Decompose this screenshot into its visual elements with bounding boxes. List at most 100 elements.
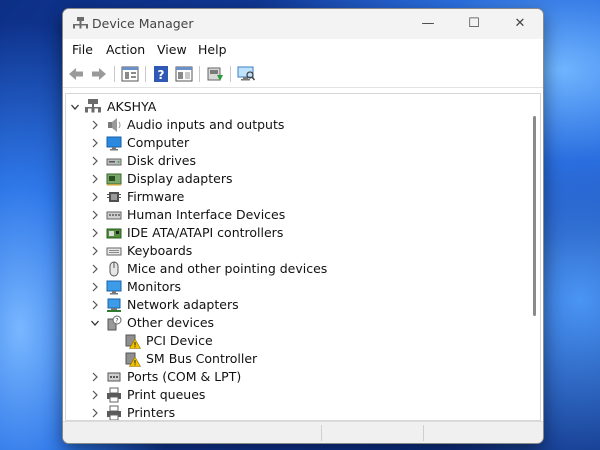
computer-icon — [106, 135, 122, 151]
tree-node-label: Human Interface Devices — [127, 207, 286, 222]
chevron-right-icon[interactable] — [89, 368, 101, 386]
tree-category-node[interactable]: Firmware — [66, 188, 526, 206]
tree-node-label: AKSHYA — [107, 99, 157, 114]
title-bar[interactable]: Device Manager — ☐ ✕ — [63, 9, 543, 39]
toolbar-separator — [230, 66, 231, 82]
tree-category-node[interactable]: Audio inputs and outputs — [66, 116, 526, 134]
tree-node-label: Other devices — [127, 315, 215, 330]
tree-category-node[interactable]: Network adapters — [66, 296, 526, 314]
hid-icon — [106, 207, 122, 223]
ide-controller-icon — [106, 225, 122, 241]
tree-node-label: IDE ATA/ATAPI controllers — [127, 225, 284, 240]
network-adapter-icon — [106, 297, 122, 313]
warning-device-icon — [125, 351, 142, 367]
toolbar-separator — [114, 66, 115, 82]
minimize-button[interactable]: — — [405, 9, 451, 39]
chevron-right-icon[interactable] — [89, 188, 101, 206]
tree-category-node[interactable]: Printers — [66, 404, 526, 420]
help-icon[interactable]: ? — [151, 64, 171, 84]
tree-node-label: Display adapters — [127, 171, 233, 186]
menu-bar: File Action View Help — [63, 39, 543, 61]
vertical-scrollbar[interactable] — [533, 116, 536, 316]
printer-icon — [106, 405, 122, 420]
chevron-right-icon[interactable] — [89, 134, 101, 152]
printer-icon — [106, 387, 122, 403]
chevron-right-icon[interactable] — [89, 152, 101, 170]
toolbar-separator — [199, 66, 200, 82]
device-manager-window: Device Manager — ☐ ✕ File Action View He… — [62, 8, 544, 444]
menu-action[interactable]: Action — [106, 42, 145, 57]
tree-device-node[interactable]: PCI Device — [66, 332, 526, 350]
minimize-icon: — — [421, 16, 435, 31]
svg-text:?: ? — [115, 318, 118, 325]
tree-category-node[interactable]: Print queues — [66, 386, 526, 404]
chevron-right-icon[interactable] — [89, 278, 101, 296]
computer-root-icon — [85, 99, 101, 115]
port-icon — [106, 369, 122, 385]
mouse-icon — [106, 261, 122, 277]
chevron-down-icon[interactable] — [89, 314, 101, 332]
close-icon: ✕ — [514, 16, 526, 31]
tree-category-node[interactable]: Human Interface Devices — [66, 206, 526, 224]
chevron-down-icon[interactable] — [69, 98, 81, 116]
tree-category-node[interactable]: ? Other devices — [66, 314, 526, 332]
tree-node-label: Monitors — [127, 279, 182, 294]
tree-node-label: Ports (COM & LPT) — [127, 369, 242, 384]
menu-file[interactable]: File — [72, 42, 93, 57]
display-adapter-icon — [106, 171, 122, 187]
menu-view[interactable]: View — [157, 42, 187, 57]
tree-node-label: Firmware — [127, 189, 185, 204]
tree-category-node[interactable]: Mice and other pointing devices — [66, 260, 526, 278]
chevron-right-icon[interactable] — [89, 116, 101, 134]
chevron-right-icon[interactable] — [89, 224, 101, 242]
tree-node-label: Disk drives — [127, 153, 196, 168]
tree-node-label: PCI Device — [146, 333, 213, 348]
maximize-button[interactable]: ☐ — [451, 9, 497, 39]
tree-node-label: Printers — [127, 405, 176, 420]
chevron-right-icon[interactable] — [89, 260, 101, 278]
chevron-right-icon[interactable] — [89, 386, 101, 404]
tree-node-label: Keyboards — [127, 243, 193, 258]
disk-drive-icon — [106, 153, 122, 169]
chevron-right-icon[interactable] — [89, 242, 101, 260]
menu-help[interactable]: Help — [198, 42, 227, 57]
tree-category-node[interactable]: Monitors — [66, 278, 526, 296]
toolbar-separator — [145, 66, 146, 82]
update-driver-icon[interactable] — [205, 64, 225, 84]
chevron-right-icon[interactable] — [89, 404, 101, 420]
svg-text:?: ? — [158, 68, 165, 82]
chevron-right-icon[interactable] — [89, 206, 101, 224]
properties-icon[interactable] — [120, 64, 140, 84]
close-button[interactable]: ✕ — [497, 9, 543, 39]
tree-node-label: Mice and other pointing devices — [127, 261, 328, 276]
tree-node-label: Network adapters — [127, 297, 239, 312]
details-icon[interactable] — [174, 64, 194, 84]
tree-category-node[interactable]: Computer — [66, 134, 526, 152]
tree-node-label: Print queues — [127, 387, 206, 402]
firmware-icon — [106, 189, 122, 205]
tree-category-node[interactable]: IDE ATA/ATAPI controllers — [66, 224, 526, 242]
device-manager-app-icon — [73, 17, 88, 29]
status-bar — [63, 421, 543, 443]
tree-device-node[interactable]: SM Bus Controller — [66, 350, 526, 368]
speaker-icon — [106, 117, 122, 133]
keyboard-icon — [106, 243, 122, 259]
tree-category-node[interactable]: Disk drives — [66, 152, 526, 170]
back-icon[interactable] — [66, 64, 86, 84]
tree-category-node[interactable]: Ports (COM & LPT) — [66, 368, 526, 386]
forward-icon[interactable] — [89, 64, 109, 84]
tree-node-label: Audio inputs and outputs — [127, 117, 285, 132]
tree-root-node[interactable]: AKSHYA — [66, 98, 526, 116]
chevron-right-icon[interactable] — [89, 170, 101, 188]
scan-hardware-icon[interactable] — [236, 64, 256, 84]
tree-category-node[interactable]: Display adapters — [66, 170, 526, 188]
unknown-device-icon: ? — [106, 315, 122, 331]
tree-node-label: Computer — [127, 135, 190, 150]
device-tree[interactable]: AKSHYA Audio inputs and outputs Computer Di… — [65, 93, 541, 421]
toolbar: ? — [63, 61, 543, 88]
monitor-icon — [106, 279, 122, 295]
chevron-right-icon[interactable] — [89, 296, 101, 314]
status-divider — [423, 425, 424, 441]
tree-category-node[interactable]: Keyboards — [66, 242, 526, 260]
tree-node-label: SM Bus Controller — [146, 351, 258, 366]
